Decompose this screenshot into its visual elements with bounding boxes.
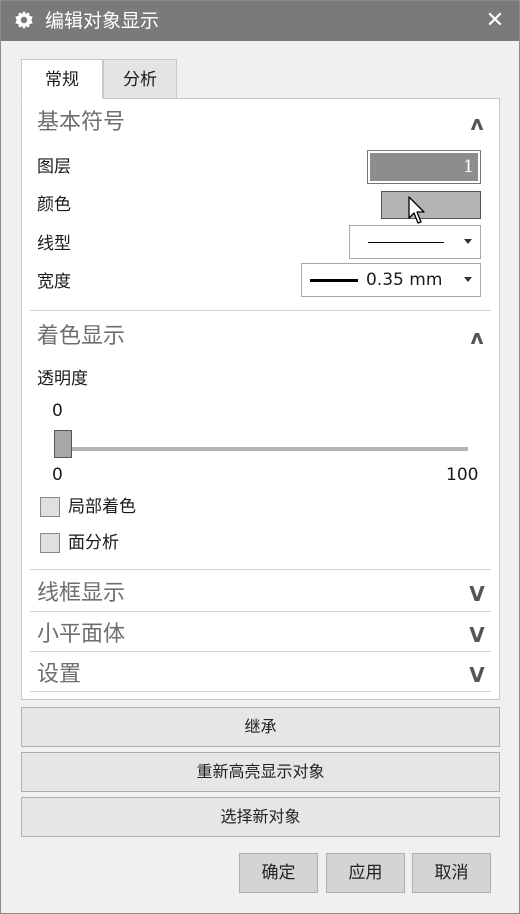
select-new-object-button[interactable]: 选择新对象 (21, 797, 500, 837)
local-shading-checkbox[interactable] (40, 497, 60, 517)
apply-button[interactable]: 应用 (326, 853, 405, 893)
width-label: 宽度 (37, 272, 71, 292)
section-faceted-body[interactable]: 小平面体 V (22, 615, 499, 655)
tab-general[interactable]: 常规 (21, 59, 103, 99)
layer-input[interactable]: 1 (367, 150, 481, 184)
chevron-down-icon[interactable]: V (467, 582, 487, 606)
section-divider (30, 651, 491, 652)
edit-object-display-dialog: 编辑对象显示 ✕ 常规 分析 基本符号 ʌ 图层 1 颜色 线型 宽度 0.35… (0, 0, 520, 914)
section-divider (30, 691, 491, 692)
face-analysis-label: 面分析 (68, 533, 119, 553)
section-title: 线框显示 (37, 581, 126, 606)
section-wireframe[interactable]: 线框显示 V (22, 574, 499, 614)
chevron-up-icon[interactable]: ʌ (467, 325, 487, 349)
gear-icon (15, 10, 33, 30)
layer-label: 图层 (37, 157, 71, 177)
color-label: 颜色 (37, 195, 71, 215)
tab-analysis[interactable]: 分析 (103, 59, 177, 99)
linetype-dropdown[interactable] (349, 225, 481, 259)
section-title: 小平面体 (37, 622, 126, 647)
chevron-up-icon[interactable]: ʌ (467, 111, 487, 135)
section-settings[interactable]: 设置 V (22, 655, 499, 695)
local-shading-label: 局部着色 (68, 497, 136, 517)
cancel-button[interactable]: 取消 (412, 853, 491, 893)
slider-min-label: 0 (52, 465, 63, 485)
width-value: 0.35 mm (366, 270, 443, 290)
width-dropdown[interactable]: 0.35 mm (301, 263, 481, 297)
inherit-button[interactable]: 继承 (21, 707, 500, 747)
chevron-down-icon (464, 239, 472, 244)
section-shading[interactable]: 着色显示 ʌ (22, 317, 499, 357)
mouse-cursor-icon (408, 196, 425, 224)
chevron-down-icon[interactable]: V (467, 663, 487, 687)
face-analysis-checkbox[interactable] (40, 533, 60, 553)
ok-button[interactable]: 确定 (239, 853, 318, 893)
section-title: 着色显示 (37, 324, 126, 349)
close-icon[interactable]: ✕ (481, 7, 509, 35)
section-divider (30, 310, 491, 311)
linetype-label: 线型 (37, 234, 71, 254)
section-title: 基本符号 (37, 110, 126, 135)
tab-content-panel: 基本符号 ʌ 图层 1 颜色 线型 宽度 0.35 mm 着色显示 ʌ 透明度 … (21, 98, 500, 700)
title-bar[interactable]: 编辑对象显示 ✕ (1, 1, 519, 41)
transparency-label: 透明度 (37, 369, 88, 389)
rehighlight-button[interactable]: 重新高亮显示对象 (21, 752, 500, 792)
transparency-slider-track[interactable] (66, 447, 468, 451)
transparency-value: 0 (52, 401, 63, 421)
window-title: 编辑对象显示 (45, 10, 160, 32)
chevron-down-icon (464, 277, 472, 282)
solid-line-sample (368, 242, 444, 243)
chevron-down-icon[interactable]: V (467, 623, 487, 647)
thick-line-sample (310, 279, 358, 282)
section-title: 设置 (37, 662, 82, 687)
section-divider (30, 569, 491, 570)
slider-max-label: 100 (446, 465, 479, 485)
layer-value: 1 (370, 153, 478, 181)
section-basic-symbol[interactable]: 基本符号 ʌ (22, 103, 499, 143)
section-divider (30, 611, 491, 612)
transparency-slider-thumb[interactable] (54, 430, 72, 458)
